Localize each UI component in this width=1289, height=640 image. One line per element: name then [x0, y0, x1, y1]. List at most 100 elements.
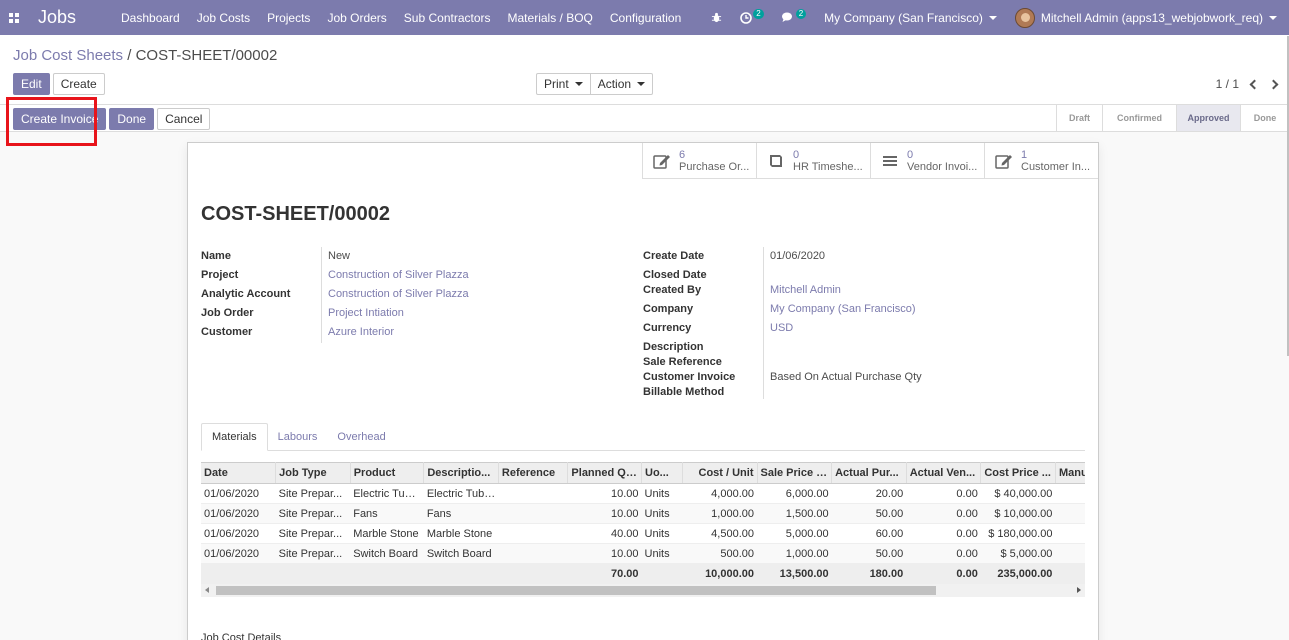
description-label: Description	[643, 341, 704, 353]
column-header[interactable]: Date	[201, 462, 277, 484]
menu-sub-contractors[interactable]: Sub Contractors	[404, 11, 491, 25]
apps-menu-icon[interactable]	[0, 0, 28, 35]
message-count-badge: 2	[795, 8, 807, 19]
create-date-value: 01/06/2020	[770, 250, 826, 262]
action-dropdown[interactable]: Action	[590, 73, 654, 95]
app-brand[interactable]: Jobs	[38, 7, 118, 28]
cell-actual-vendor: 0.00	[906, 503, 981, 524]
column-header[interactable]: Manual In	[1055, 462, 1085, 484]
scrollbar-thumb[interactable]	[216, 586, 936, 595]
stage-approved[interactable]: Approved	[1176, 105, 1240, 131]
menu-job-orders[interactable]: Job Orders	[327, 11, 386, 25]
chevron-right-icon[interactable]	[1268, 79, 1279, 89]
job-order-link[interactable]: Project Intiation	[328, 307, 404, 319]
currency-link[interactable]: USD	[770, 322, 793, 334]
status-stages: Draft Confirmed Approved Done	[1056, 105, 1289, 131]
tab-overhead[interactable]: Overhead	[327, 423, 395, 451]
menu-materials-boq[interactable]: Materials / BOQ	[508, 11, 593, 25]
purchase-orders-smart-button[interactable]: 6 Purchase Or...	[642, 143, 756, 179]
user-menu[interactable]: Mitchell Admin (apps13_webjobwork_req)	[1014, 7, 1277, 28]
column-header[interactable]: Job Type	[275, 462, 351, 484]
cell-cost-price: $ 40,000.00	[980, 483, 1056, 504]
total-actual-purchase: 180.00	[831, 563, 907, 585]
cell-product: Electric Tubes	[350, 483, 424, 504]
breadcrumb-parent-link[interactable]: Job Cost Sheets	[13, 47, 123, 64]
tab-labours[interactable]: Labours	[268, 423, 328, 451]
menu-job-costs[interactable]: Job Costs	[197, 11, 250, 25]
cell-description: Marble Stone	[423, 523, 499, 544]
menu-dashboard[interactable]: Dashboard	[121, 11, 180, 25]
analytic-account-link[interactable]: Construction of Silver Plazza	[328, 288, 469, 300]
column-header[interactable]: Actual Pur...	[831, 462, 907, 484]
company-switcher[interactable]: My Company (San Francisco)	[824, 11, 997, 25]
stage-draft[interactable]: Draft	[1056, 105, 1102, 131]
project-label: Project	[201, 269, 239, 281]
stage-confirmed[interactable]: Confirmed	[1102, 105, 1176, 131]
cell-description: Switch Board	[423, 543, 499, 564]
customer-label: Customer	[201, 326, 253, 338]
company-link[interactable]: My Company (San Francisco)	[770, 303, 916, 315]
menu-projects[interactable]: Projects	[267, 11, 310, 25]
chevron-down-icon	[574, 82, 583, 86]
cancel-button[interactable]: Cancel	[157, 108, 211, 130]
debug-bug-icon[interactable]	[711, 12, 722, 23]
cell-cost-price: $ 10,000.00	[980, 503, 1056, 524]
customer-invoices-smart-button[interactable]: 1 Customer In...	[984, 143, 1098, 179]
edit-icon	[653, 154, 670, 169]
column-header[interactable]: Uo...	[641, 462, 683, 484]
table-row[interactable]: 01/06/2020 Site Prepar... Marble Stone M…	[201, 523, 1085, 544]
table-row[interactable]: 01/06/2020 Site Prepar... Fans Fans 10.0…	[201, 503, 1085, 524]
top-navbar: Jobs Dashboard Job Costs Projects Job Or…	[0, 0, 1289, 35]
create-date-label: Create Date	[643, 250, 705, 262]
column-header[interactable]: Product	[350, 462, 425, 484]
column-header[interactable]: Actual Ven...	[906, 462, 982, 484]
stage-done[interactable]: Done	[1240, 105, 1289, 131]
chevron-down-icon	[1269, 15, 1277, 20]
scroll-right-arrow-icon[interactable]	[1077, 587, 1081, 593]
analytic-account-label: Analytic Account	[201, 288, 291, 300]
cell-cost-price: $ 180,000.00	[980, 523, 1056, 544]
column-header[interactable]: Reference	[498, 462, 569, 484]
messaging-button[interactable]: 2	[781, 8, 807, 23]
create-button[interactable]: Create	[52, 73, 105, 95]
cell-date: 01/06/2020	[201, 543, 276, 564]
action-label: Action	[597, 77, 632, 91]
tab-materials[interactable]: Materials	[201, 423, 268, 451]
vendor-invoices-smart-button[interactable]: 0 Vendor Invoi...	[870, 143, 984, 179]
cell-actual-vendor: 0.00	[906, 483, 981, 504]
pager-value[interactable]: 1 / 1	[1216, 77, 1239, 91]
edit-button[interactable]: Edit	[13, 73, 50, 95]
table-row[interactable]: 01/06/2020 Site Prepar... Electric Tubes…	[201, 483, 1085, 504]
created-by-link[interactable]: Mitchell Admin	[770, 284, 841, 296]
chevron-down-icon	[988, 15, 997, 20]
horizontal-scrollbar[interactable]	[201, 584, 1085, 597]
table-row[interactable]: 01/06/2020 Site Prepar... Switch Board S…	[201, 543, 1085, 564]
column-header[interactable]: Sale Price /...	[757, 462, 833, 484]
total-cost-unit: 10,000.00	[682, 563, 757, 585]
chevron-left-icon[interactable]	[1249, 79, 1260, 89]
project-link[interactable]: Construction of Silver Plazza	[328, 269, 469, 281]
column-header[interactable]: Cost / Unit	[682, 462, 758, 484]
cell-job-type: Site Prepar...	[275, 523, 351, 544]
column-header[interactable]: Planned Qt...	[567, 462, 643, 484]
cell-date: 01/06/2020	[201, 523, 276, 544]
book-icon	[770, 154, 782, 167]
customer-link[interactable]: Azure Interior	[328, 326, 394, 338]
action-buttons: Print Action	[536, 73, 654, 95]
chat-bubbles-icon	[781, 12, 792, 22]
activity-button[interactable]: 2	[740, 8, 764, 24]
cell-sale-price: 1,000.00	[757, 543, 832, 564]
breadcrumb-separator: /	[127, 47, 132, 64]
column-header[interactable]: Cost Price ...	[980, 462, 1056, 484]
scroll-left-arrow-icon[interactable]	[205, 587, 209, 593]
column-header[interactable]: Descriptio...	[423, 462, 499, 484]
cell-product: Marble Stone	[350, 523, 424, 544]
control-panel: Job Cost Sheets / COST-SHEET/00002 Edit …	[0, 35, 1289, 105]
menu-configuration[interactable]: Configuration	[610, 11, 681, 25]
job-cost-details-label: Job Cost Details	[201, 632, 282, 640]
done-button[interactable]: Done	[109, 108, 155, 130]
name-value: New	[328, 250, 351, 262]
print-dropdown[interactable]: Print	[536, 73, 591, 95]
hr-timesheets-smart-button[interactable]: 0 HR Timeshe...	[756, 143, 870, 179]
cell-description: Fans	[423, 503, 499, 524]
